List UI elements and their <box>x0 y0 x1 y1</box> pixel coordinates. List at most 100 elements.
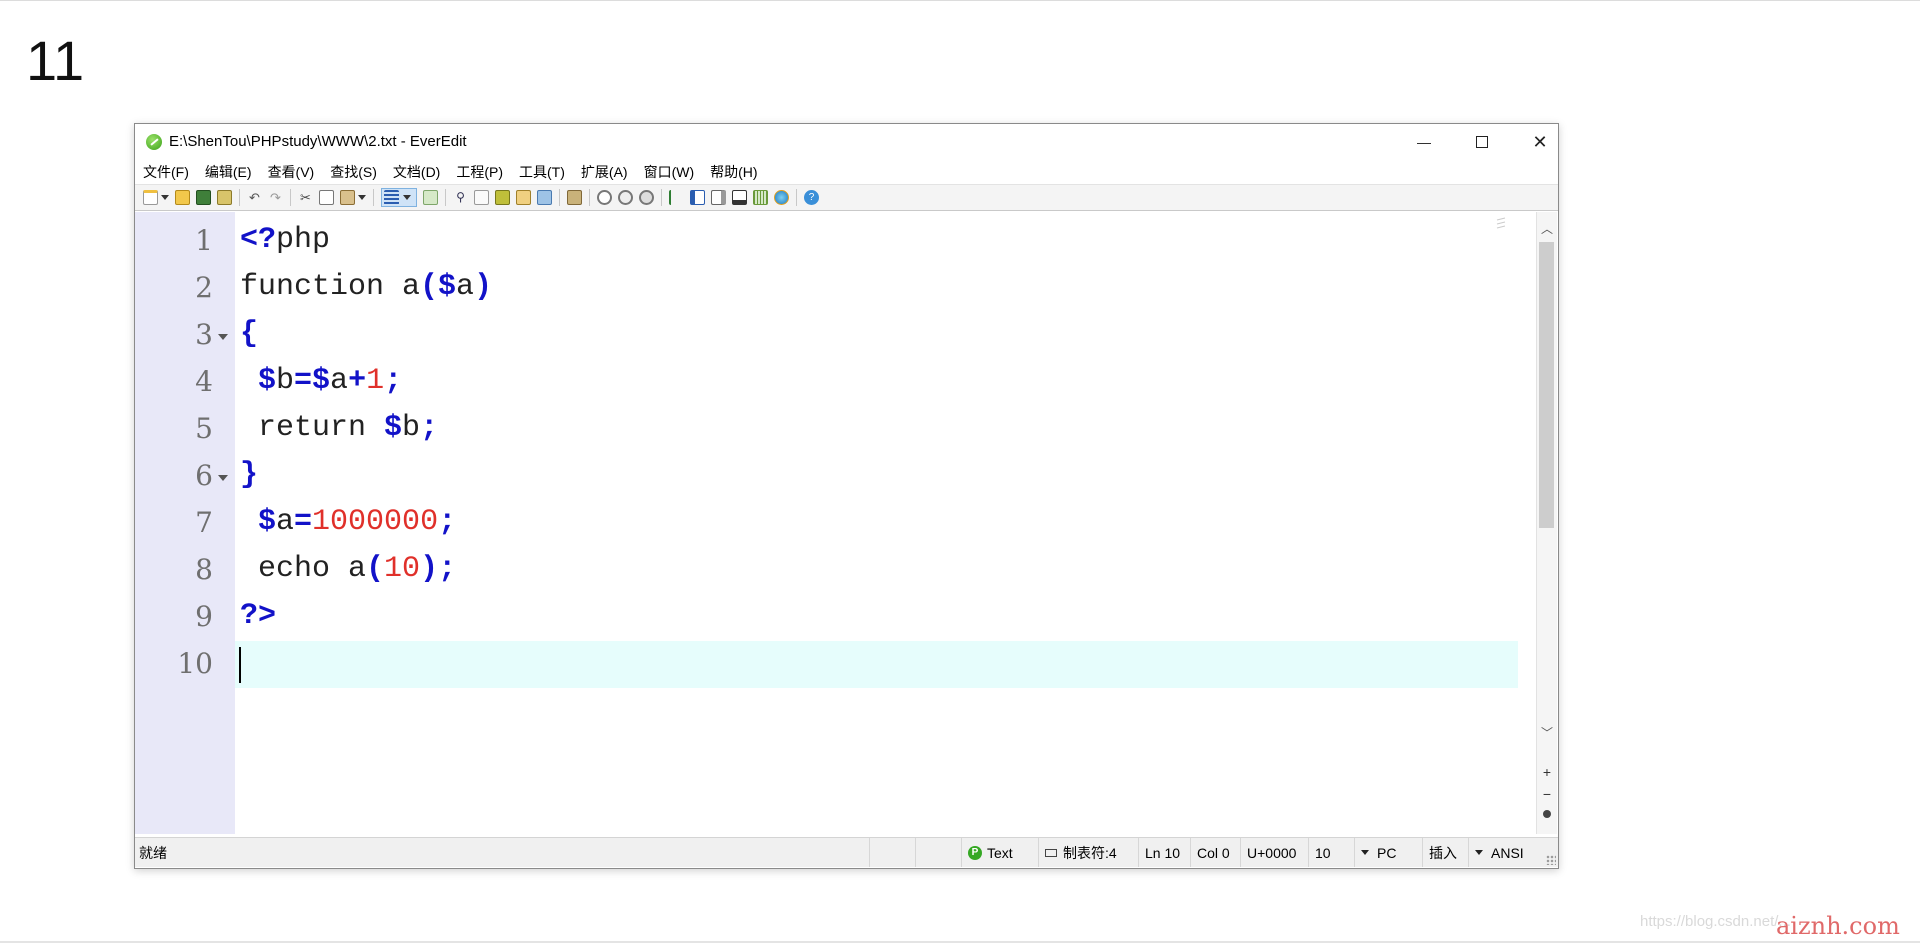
close-button[interactable]: ✕ <box>1511 124 1569 160</box>
status-line-text: Ln 10 <box>1145 844 1181 861</box>
code-token: a <box>276 505 295 539</box>
paste-icon[interactable] <box>340 190 355 205</box>
paste-dropdown-icon[interactable] <box>358 195 366 200</box>
find-in-files-icon[interactable] <box>474 190 489 205</box>
code-line[interactable]: 2 function a($a) <box>135 265 1538 312</box>
ruler-icon[interactable] <box>753 190 768 205</box>
toolbar-separator <box>796 189 797 206</box>
scroll-down-arrow-icon[interactable]: ﹀ <box>1540 726 1554 740</box>
line-number: 8 <box>195 553 213 586</box>
code-token: } <box>240 458 259 492</box>
code-line[interactable]: 5 return $b; <box>135 406 1538 453</box>
close-icon: ✕ <box>1532 131 1548 152</box>
macro-record-icon[interactable] <box>567 190 582 205</box>
zoom-reset-icon[interactable] <box>1543 810 1551 818</box>
code-token: return <box>240 411 385 445</box>
cut-icon[interactable]: ✂ <box>298 190 313 205</box>
code-line[interactable]: 8 echo a(10); <box>135 547 1538 594</box>
menu-document[interactable]: 文档(D) <box>393 162 440 182</box>
menu-search[interactable]: 查找(S) <box>330 162 377 182</box>
code-token: ); <box>420 552 457 586</box>
help-icon[interactable]: ? <box>804 190 819 205</box>
code-token: ( <box>366 552 385 586</box>
menu-help[interactable]: 帮助(H) <box>710 162 757 182</box>
code-line[interactable]: 10 <box>135 641 1538 688</box>
open-file-icon[interactable] <box>175 190 190 205</box>
menu-project[interactable]: 工程(P) <box>456 162 503 182</box>
menu-tools[interactable]: 工具(T) <box>519 162 565 182</box>
maximize-icon <box>1476 136 1488 148</box>
split-view-icon[interactable] <box>711 190 726 205</box>
undo-icon[interactable]: ↶ <box>247 190 262 205</box>
vertical-scrollbar[interactable]: ︿ ﹀ + − <box>1536 212 1557 834</box>
macro-stop-icon[interactable] <box>618 190 633 205</box>
line-ending-dropdown-icon <box>1361 850 1369 855</box>
toolbar-separator <box>661 189 662 206</box>
everedit-app-icon[interactable] <box>146 134 162 150</box>
menu-window[interactable]: 窗口(W) <box>644 162 695 182</box>
fold-toggle-icon[interactable] <box>218 334 228 340</box>
copy-icon[interactable] <box>319 190 334 205</box>
status-encoding[interactable]: ANSI <box>1468 838 1556 867</box>
everedit-window: E:\ShenTou\PHPstudy\WWW\2.txt - EverEdit… <box>134 123 1559 869</box>
save-all-icon[interactable] <box>217 190 232 205</box>
status-insert-mode[interactable]: 插入 <box>1422 838 1468 867</box>
split-handle-icon[interactable] <box>1495 216 1507 236</box>
browser-preview-icon[interactable] <box>774 190 789 205</box>
code-token: + <box>348 364 367 398</box>
menu-extensions[interactable]: 扩展(A) <box>581 162 628 182</box>
minimize-button[interactable]: — <box>1395 124 1453 160</box>
status-line-ending[interactable]: PC <box>1354 838 1422 867</box>
menu-file[interactable]: 文件(F) <box>143 162 189 182</box>
code-token: $ <box>240 364 277 398</box>
scrollbar-thumb[interactable] <box>1539 242 1554 528</box>
macro-play-icon[interactable] <box>597 190 612 205</box>
maximize-button[interactable] <box>1453 124 1511 160</box>
macro-settings-icon[interactable] <box>639 190 654 205</box>
toolbar: ↶ ↷ ✂ ⚲ ? <box>135 184 1558 211</box>
title-bar[interactable]: E:\ShenTou\PHPstudy\WWW\2.txt - EverEdit… <box>135 124 1558 160</box>
scroll-up-arrow-icon[interactable]: ︿ <box>1540 222 1554 236</box>
code-token: 10 <box>384 552 421 586</box>
outline-icon[interactable] <box>669 190 684 205</box>
code-line[interactable]: 4 $b=$a+1; <box>135 359 1538 406</box>
fold-toggle-icon[interactable] <box>218 475 228 481</box>
find-icon[interactable]: ⚲ <box>453 190 468 205</box>
code-text: $b=$a+1; <box>240 364 402 398</box>
resize-grip-icon[interactable] <box>1546 855 1556 865</box>
sidebar-icon[interactable] <box>690 190 705 205</box>
redo-icon[interactable]: ↷ <box>268 190 283 205</box>
find-next-icon[interactable] <box>516 190 531 205</box>
code-editor[interactable]: 1 <?php 2 function a($a) 3{4 $b=$a+1; 5 retur… <box>135 212 1538 834</box>
save-icon[interactable] <box>196 190 211 205</box>
code-token: $ <box>240 505 277 539</box>
code-token: <? <box>240 223 277 257</box>
status-line[interactable]: Ln 10 <box>1138 838 1190 867</box>
line-number: 10 <box>177 647 213 680</box>
bookmark-icon[interactable] <box>537 190 552 205</box>
code-text: { <box>240 317 258 351</box>
new-file-icon[interactable] <box>143 190 158 205</box>
menu-view[interactable]: 查看(V) <box>268 162 315 182</box>
column-mode-icon[interactable] <box>423 190 438 205</box>
status-col[interactable]: Col 0 <box>1190 838 1240 867</box>
zoom-out-icon[interactable]: − <box>1540 786 1554 802</box>
code-token: 1 <box>366 364 385 398</box>
status-encoding-text: ANSI <box>1491 844 1524 861</box>
replace-icon[interactable] <box>495 190 510 205</box>
current-line-highlight <box>235 641 1518 688</box>
menu-edit[interactable]: 编辑(E) <box>205 162 252 182</box>
status-tab-size[interactable]: 制表符:4 <box>1038 838 1138 867</box>
code-line[interactable]: 7 $a=1000000; <box>135 500 1538 547</box>
code-line[interactable]: 3{ <box>135 312 1538 359</box>
word-wrap-button[interactable] <box>381 188 417 207</box>
code-line[interactable]: 1 <?php <box>135 218 1538 265</box>
new-file-dropdown-icon[interactable] <box>161 195 169 200</box>
toolbar-separator <box>589 189 590 206</box>
status-syntax[interactable]: P Text <box>961 838 1038 867</box>
status-ready-text: 就绪 <box>139 844 167 861</box>
output-panel-icon[interactable] <box>732 190 747 205</box>
code-line[interactable]: 9 ?> <box>135 594 1538 641</box>
zoom-in-icon[interactable]: + <box>1540 764 1554 780</box>
code-line[interactable]: 6} <box>135 453 1538 500</box>
